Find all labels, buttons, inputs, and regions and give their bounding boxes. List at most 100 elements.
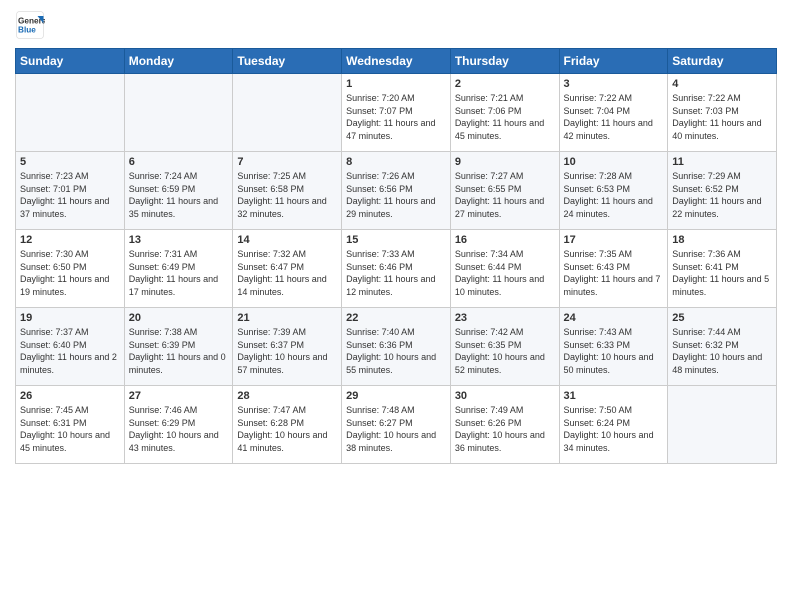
day-number: 2	[455, 78, 555, 90]
day-info: Sunrise: 7:26 AM Sunset: 6:56 PM Dayligh…	[346, 170, 446, 220]
day-info: Sunrise: 7:22 AM Sunset: 7:03 PM Dayligh…	[672, 92, 772, 142]
day-info: Sunrise: 7:21 AM Sunset: 7:06 PM Dayligh…	[455, 92, 555, 142]
logo-icon: General Blue	[15, 10, 45, 40]
calendar-cell: 18 Sunrise: 7:36 AM Sunset: 6:41 PM Dayli…	[668, 230, 777, 308]
day-info: Sunrise: 7:22 AM Sunset: 7:04 PM Dayligh…	[564, 92, 664, 142]
calendar-header-tuesday: Tuesday	[233, 49, 342, 74]
calendar-week-1: 1 Sunrise: 7:20 AM Sunset: 7:07 PM Daylig…	[16, 74, 777, 152]
day-number: 5	[20, 156, 120, 168]
day-info: Sunrise: 7:23 AM Sunset: 7:01 PM Dayligh…	[20, 170, 120, 220]
day-number: 6	[129, 156, 229, 168]
calendar-cell: 24 Sunrise: 7:43 AM Sunset: 6:33 PM Dayli…	[559, 308, 668, 386]
day-number: 27	[129, 390, 229, 402]
calendar-cell: 2 Sunrise: 7:21 AM Sunset: 7:06 PM Daylig…	[450, 74, 559, 152]
day-info: Sunrise: 7:20 AM Sunset: 7:07 PM Dayligh…	[346, 92, 446, 142]
calendar-table: SundayMondayTuesdayWednesdayThursdayFrid…	[15, 48, 777, 464]
calendar-cell: 28Sunrise: 7:47 AM Sunset: 6:28 PM Dayli…	[233, 386, 342, 464]
calendar-week-2: 5 Sunrise: 7:23 AM Sunset: 7:01 PM Daylig…	[16, 152, 777, 230]
calendar-cell: 20 Sunrise: 7:38 AM Sunset: 6:39 PM Dayli…	[124, 308, 233, 386]
day-info: Sunrise: 7:47 AM Sunset: 6:28 PM Dayligh…	[237, 404, 337, 454]
day-number: 4	[672, 78, 772, 90]
calendar-header-monday: Monday	[124, 49, 233, 74]
day-number: 16	[455, 234, 555, 246]
calendar-cell: 7 Sunrise: 7:25 AM Sunset: 6:58 PM Daylig…	[233, 152, 342, 230]
calendar-header-friday: Friday	[559, 49, 668, 74]
day-number: 30	[455, 390, 555, 402]
calendar-cell: 23 Sunrise: 7:42 AM Sunset: 6:35 PM Dayli…	[450, 308, 559, 386]
day-info: Sunrise: 7:28 AM Sunset: 6:53 PM Dayligh…	[564, 170, 664, 220]
calendar-cell: 6 Sunrise: 7:24 AM Sunset: 6:59 PM Daylig…	[124, 152, 233, 230]
calendar-cell: 10 Sunrise: 7:28 AM Sunset: 6:53 PM Dayli…	[559, 152, 668, 230]
calendar-header-saturday: Saturday	[668, 49, 777, 74]
calendar-cell: 1 Sunrise: 7:20 AM Sunset: 7:07 PM Daylig…	[342, 74, 451, 152]
svg-text:Blue: Blue	[18, 26, 36, 35]
calendar-cell: 21 Sunrise: 7:39 AM Sunset: 6:37 PM Dayli…	[233, 308, 342, 386]
calendar-cell: 27 Sunrise: 7:46 AM Sunset: 6:29 PM Dayli…	[124, 386, 233, 464]
day-info: Sunrise: 7:25 AM Sunset: 6:58 PM Dayligh…	[237, 170, 337, 220]
calendar-cell: 31Sunrise: 7:50 AM Sunset: 6:24 PM Dayli…	[559, 386, 668, 464]
day-info: Sunrise: 7:44 AM Sunset: 6:32 PM Dayligh…	[672, 326, 772, 376]
day-info: Sunrise: 7:43 AM Sunset: 6:33 PM Dayligh…	[564, 326, 664, 376]
day-number: 20	[129, 312, 229, 324]
calendar-header-sunday: Sunday	[16, 49, 125, 74]
day-number: 1	[346, 78, 446, 90]
day-number: 15	[346, 234, 446, 246]
calendar-header-wednesday: Wednesday	[342, 49, 451, 74]
day-number: 10	[564, 156, 664, 168]
day-number: 22	[346, 312, 446, 324]
calendar-week-5: 26Sunrise: 7:45 AM Sunset: 6:31 PM Dayli…	[16, 386, 777, 464]
day-info: Sunrise: 7:48 AM Sunset: 6:27 PM Dayligh…	[346, 404, 446, 454]
day-info: Sunrise: 7:29 AM Sunset: 6:52 PM Dayligh…	[672, 170, 772, 220]
calendar-cell: 19Sunrise: 7:37 AM Sunset: 6:40 PM Dayli…	[16, 308, 125, 386]
calendar-cell: 26Sunrise: 7:45 AM Sunset: 6:31 PM Dayli…	[16, 386, 125, 464]
day-info: Sunrise: 7:42 AM Sunset: 6:35 PM Dayligh…	[455, 326, 555, 376]
calendar-header-row: SundayMondayTuesdayWednesdayThursdayFrid…	[16, 49, 777, 74]
day-number: 23	[455, 312, 555, 324]
day-info: Sunrise: 7:36 AM Sunset: 6:41 PM Dayligh…	[672, 248, 772, 298]
calendar-cell	[124, 74, 233, 152]
calendar-cell: 9Sunrise: 7:27 AM Sunset: 6:55 PM Daylig…	[450, 152, 559, 230]
calendar-cell: 15 Sunrise: 7:33 AM Sunset: 6:46 PM Dayli…	[342, 230, 451, 308]
day-info: Sunrise: 7:34 AM Sunset: 6:44 PM Dayligh…	[455, 248, 555, 298]
day-info: Sunrise: 7:49 AM Sunset: 6:26 PM Dayligh…	[455, 404, 555, 454]
calendar-cell: 22 Sunrise: 7:40 AM Sunset: 6:36 PM Dayli…	[342, 308, 451, 386]
day-number: 18	[672, 234, 772, 246]
calendar-cell: 16 Sunrise: 7:34 AM Sunset: 6:44 PM Dayli…	[450, 230, 559, 308]
day-info: Sunrise: 7:45 AM Sunset: 6:31 PM Dayligh…	[20, 404, 120, 454]
day-info: Sunrise: 7:46 AM Sunset: 6:29 PM Dayligh…	[129, 404, 229, 454]
day-number: 24	[564, 312, 664, 324]
calendar-cell: 11Sunrise: 7:29 AM Sunset: 6:52 PM Dayli…	[668, 152, 777, 230]
day-number: 21	[237, 312, 337, 324]
calendar-cell	[668, 386, 777, 464]
calendar-cell: 17 Sunrise: 7:35 AM Sunset: 6:43 PM Dayli…	[559, 230, 668, 308]
page-container: General Blue SundayMondayTuesdayWednesda…	[0, 0, 792, 474]
day-number: 17	[564, 234, 664, 246]
day-info: Sunrise: 7:39 AM Sunset: 6:37 PM Dayligh…	[237, 326, 337, 376]
day-info: Sunrise: 7:35 AM Sunset: 6:43 PM Dayligh…	[564, 248, 664, 298]
day-number: 29	[346, 390, 446, 402]
calendar-week-4: 19Sunrise: 7:37 AM Sunset: 6:40 PM Dayli…	[16, 308, 777, 386]
logo: General Blue	[15, 10, 45, 40]
day-number: 25	[672, 312, 772, 324]
day-info: Sunrise: 7:40 AM Sunset: 6:36 PM Dayligh…	[346, 326, 446, 376]
day-info: Sunrise: 7:33 AM Sunset: 6:46 PM Dayligh…	[346, 248, 446, 298]
calendar-cell: 25 Sunrise: 7:44 AM Sunset: 6:32 PM Dayli…	[668, 308, 777, 386]
calendar-cell: 14Sunrise: 7:32 AM Sunset: 6:47 PM Dayli…	[233, 230, 342, 308]
day-info: Sunrise: 7:50 AM Sunset: 6:24 PM Dayligh…	[564, 404, 664, 454]
calendar-cell: 29 Sunrise: 7:48 AM Sunset: 6:27 PM Dayli…	[342, 386, 451, 464]
calendar-cell: 13Sunrise: 7:31 AM Sunset: 6:49 PM Dayli…	[124, 230, 233, 308]
day-number: 19	[20, 312, 120, 324]
day-number: 14	[237, 234, 337, 246]
calendar-cell: 3Sunrise: 7:22 AM Sunset: 7:04 PM Daylig…	[559, 74, 668, 152]
header: General Blue	[15, 10, 777, 40]
day-info: Sunrise: 7:38 AM Sunset: 6:39 PM Dayligh…	[129, 326, 229, 376]
calendar-cell: 4 Sunrise: 7:22 AM Sunset: 7:03 PM Daylig…	[668, 74, 777, 152]
day-info: Sunrise: 7:31 AM Sunset: 6:49 PM Dayligh…	[129, 248, 229, 298]
calendar-cell: 12Sunrise: 7:30 AM Sunset: 6:50 PM Dayli…	[16, 230, 125, 308]
day-number: 12	[20, 234, 120, 246]
day-number: 9	[455, 156, 555, 168]
day-info: Sunrise: 7:24 AM Sunset: 6:59 PM Dayligh…	[129, 170, 229, 220]
calendar-cell	[233, 74, 342, 152]
calendar-cell: 5 Sunrise: 7:23 AM Sunset: 7:01 PM Daylig…	[16, 152, 125, 230]
day-number: 7	[237, 156, 337, 168]
